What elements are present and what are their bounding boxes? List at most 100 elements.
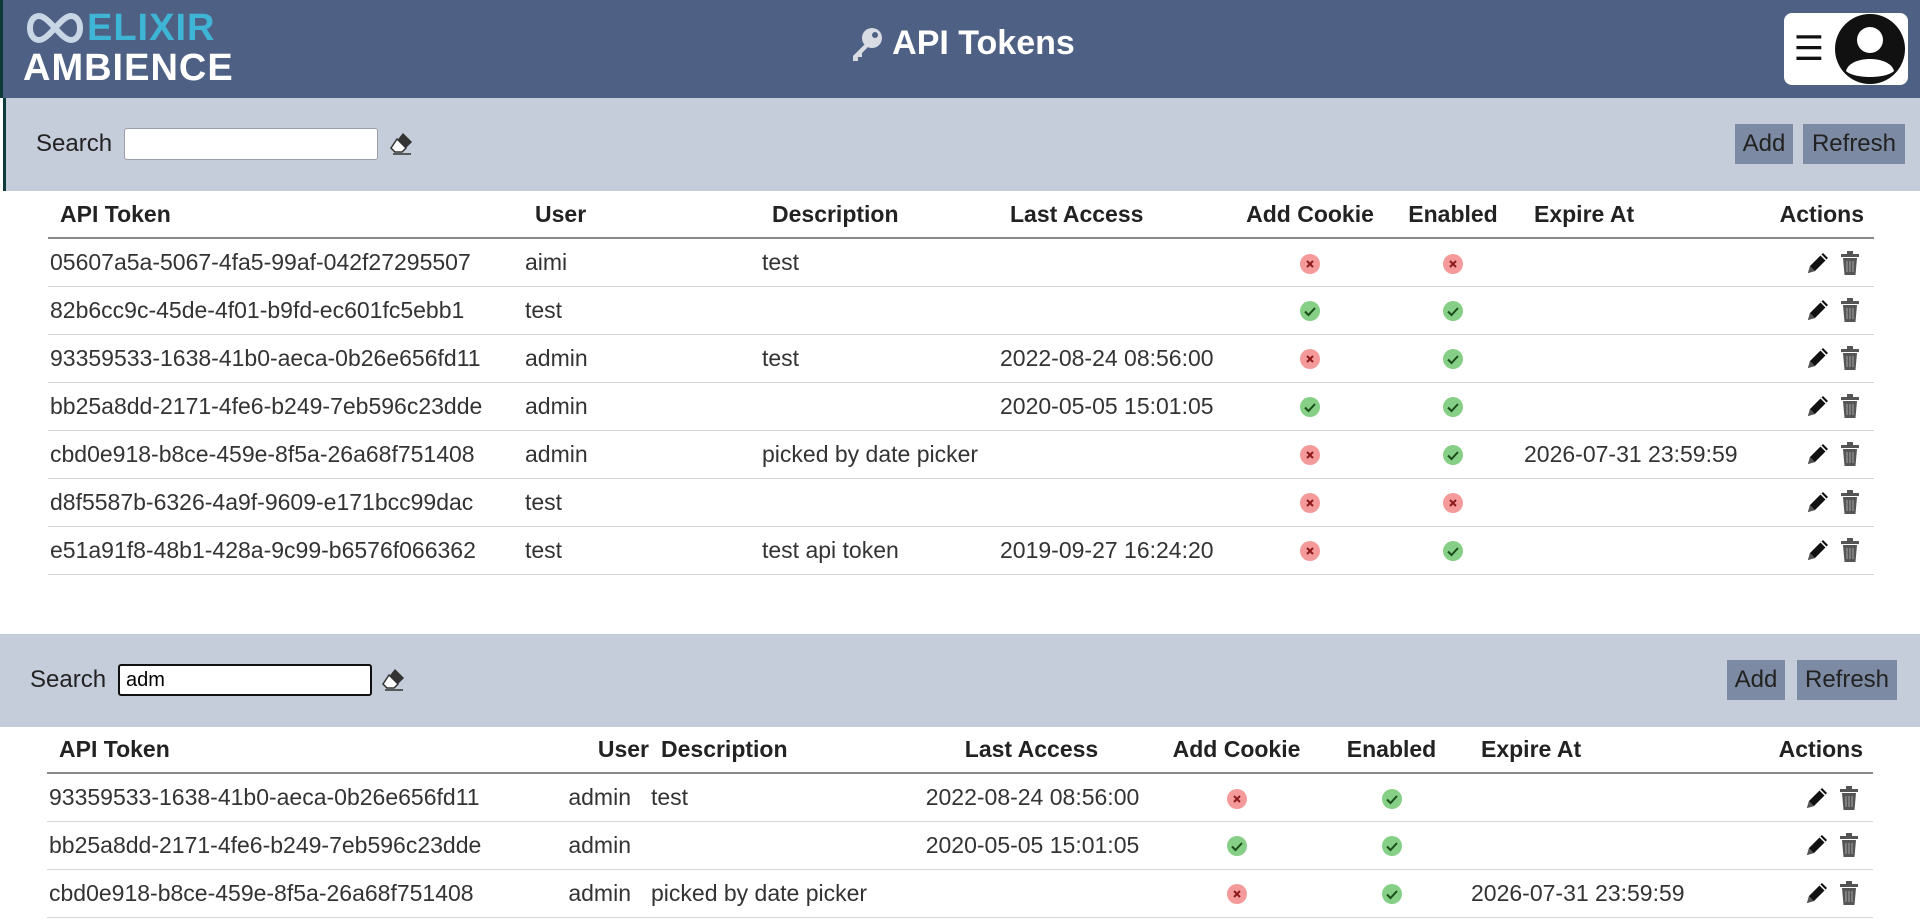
edit-pencil-icon[interactable] — [1804, 249, 1832, 277]
refresh-button[interactable]: Refresh — [1797, 660, 1897, 700]
key-icon — [853, 28, 883, 62]
user-avatar-icon[interactable] — [1834, 13, 1906, 85]
expire-at-cell — [1522, 526, 1744, 575]
column-header[interactable]: API Token — [47, 727, 559, 774]
check-circle-icon — [1381, 884, 1402, 905]
trash-icon[interactable] — [1836, 440, 1864, 468]
enabled-cell — [1384, 286, 1522, 335]
enabled-cell — [1384, 478, 1522, 527]
description-cell — [760, 478, 998, 527]
enabled-cell — [1384, 526, 1522, 575]
actions-cell — [1744, 334, 1874, 383]
table-row[interactable]: 93359533-1638-41b0-aeca-0b26e656fd11 admi… — [48, 334, 1874, 383]
table-body: 05607a5a-5067-4fa5-99af-042f27295507 aimi… — [48, 238, 1874, 575]
token-cell: bb25a8dd-2171-4fe6-b249-7eb596c23dde — [48, 382, 523, 431]
edit-pencil-icon[interactable] — [1804, 488, 1832, 516]
add-button[interactable]: Add — [1735, 124, 1793, 164]
table-row[interactable]: bb25a8dd-2171-4fe6-b249-7eb596c23dde admi… — [48, 382, 1874, 431]
expire-at-cell — [1522, 286, 1744, 335]
search-input[interactable] — [118, 664, 372, 696]
token-cell: e51a91f8-48b1-428a-9c99-b6576f066362 — [48, 526, 523, 575]
token-cell: cbd0e918-b8ce-459e-8f5a-26a68f751408 — [47, 869, 559, 918]
trash-icon[interactable] — [1835, 784, 1863, 812]
description-cell — [760, 382, 998, 431]
table-row[interactable]: 93359533-1638-41b0-aeca-0b26e656fd11 admi… — [47, 773, 1873, 822]
enabled-cell — [1314, 773, 1469, 822]
expire-at-cell — [1522, 238, 1744, 287]
search-input[interactable] — [124, 128, 378, 160]
cross-circle-icon — [1300, 253, 1320, 274]
edit-pencil-icon[interactable] — [1804, 392, 1832, 420]
check-circle-icon — [1381, 788, 1402, 809]
add-cookie-cell — [1236, 334, 1384, 383]
edit-pencil-icon[interactable] — [1804, 344, 1832, 372]
refresh-button[interactable]: Refresh — [1803, 124, 1905, 164]
description-cell: test — [760, 238, 998, 287]
trash-icon[interactable] — [1835, 879, 1863, 907]
cross-circle-icon — [1300, 349, 1320, 370]
user-menu[interactable]: ☰ — [1784, 13, 1908, 85]
user-cell: admin — [523, 430, 760, 479]
cross-circle-icon — [1443, 253, 1463, 274]
trash-icon[interactable] — [1836, 296, 1864, 324]
eraser-icon[interactable] — [381, 666, 407, 692]
edit-pencil-icon[interactable] — [1804, 536, 1832, 564]
trash-icon[interactable] — [1836, 488, 1864, 516]
add-cookie-cell — [1236, 430, 1384, 479]
column-header[interactable]: API Token — [48, 192, 523, 239]
trash-icon[interactable] — [1836, 249, 1864, 277]
eraser-icon[interactable] — [389, 130, 415, 156]
trash-icon[interactable] — [1836, 392, 1864, 420]
token-cell: 82b6cc9c-45de-4f01-b9fd-ec601fc5ebb1 — [48, 286, 523, 335]
description-cell: picked by date picker — [760, 430, 998, 479]
token-cell: d8f5587b-6326-4a9f-9609-e171bcc99dac — [48, 478, 523, 527]
last-access-cell — [998, 286, 1236, 335]
last-access-cell — [998, 238, 1236, 287]
column-header[interactable]: Enabled — [1384, 192, 1522, 239]
table-row[interactable]: bb25a8dd-2171-4fe6-b249-7eb596c23dde admi… — [47, 821, 1873, 870]
add-button[interactable]: Add — [1727, 660, 1785, 700]
actions-cell — [1717, 869, 1873, 918]
column-header[interactable]: Enabled — [1314, 727, 1469, 774]
table-row[interactable]: 05607a5a-5067-4fa5-99af-042f27295507 aimi… — [48, 238, 1874, 287]
app-header: ELIXIR AMBIENCE API Tokens ☰ — [0, 0, 1920, 98]
trash-icon[interactable] — [1836, 536, 1864, 564]
table-row[interactable]: cbd0e918-b8ce-459e-8f5a-26a68f751408 admi… — [48, 430, 1874, 479]
column-header[interactable]: Expire At — [1469, 727, 1717, 774]
expire-at-cell — [1522, 334, 1744, 383]
check-circle-icon — [1381, 836, 1402, 857]
add-cookie-cell — [1236, 526, 1384, 575]
table-row[interactable]: e51a91f8-48b1-428a-9c99-b6576f066362 test… — [48, 526, 1874, 575]
edit-pencil-icon[interactable] — [1803, 879, 1831, 907]
edit-pencil-icon[interactable] — [1803, 784, 1831, 812]
check-circle-icon — [1443, 301, 1463, 322]
last-access-cell — [904, 869, 1159, 918]
column-header[interactable]: Add Cookie — [1236, 192, 1384, 239]
column-header: Actions — [1744, 192, 1874, 239]
hamburger-icon[interactable]: ☰ — [1784, 29, 1834, 69]
enabled-cell — [1384, 238, 1522, 287]
edit-pencil-icon[interactable] — [1804, 296, 1832, 324]
column-header[interactable]: Add Cookie — [1159, 727, 1314, 774]
column-header[interactable]: Expire At — [1522, 192, 1744, 239]
column-header[interactable]: Description — [760, 192, 998, 239]
table-row[interactable]: cbd0e918-b8ce-459e-8f5a-26a68f751408 admi… — [47, 869, 1873, 918]
edit-pencil-icon[interactable] — [1804, 440, 1832, 468]
table-row[interactable]: d8f5587b-6326-4a9f-9609-e171bcc99dac test — [48, 478, 1874, 527]
column-header: Actions — [1717, 727, 1873, 774]
add-cookie-cell — [1236, 382, 1384, 431]
column-header[interactable]: Last Access — [998, 192, 1236, 239]
column-header[interactable]: Description — [649, 727, 904, 774]
column-header[interactable]: User — [559, 727, 649, 774]
edit-pencil-icon[interactable] — [1803, 831, 1831, 859]
table-header-row: API Token User Description Last Access A… — [48, 192, 1874, 239]
cross-circle-icon — [1300, 493, 1320, 514]
actions-cell — [1744, 238, 1874, 287]
trash-icon[interactable] — [1835, 831, 1863, 859]
trash-icon[interactable] — [1836, 344, 1864, 372]
user-cell: test — [523, 526, 760, 575]
column-header[interactable]: User — [523, 192, 760, 239]
column-header[interactable]: Last Access — [904, 727, 1159, 774]
table-row[interactable]: 82b6cc9c-45de-4f01-b9fd-ec601fc5ebb1 test — [48, 286, 1874, 335]
enabled-cell — [1314, 869, 1469, 918]
